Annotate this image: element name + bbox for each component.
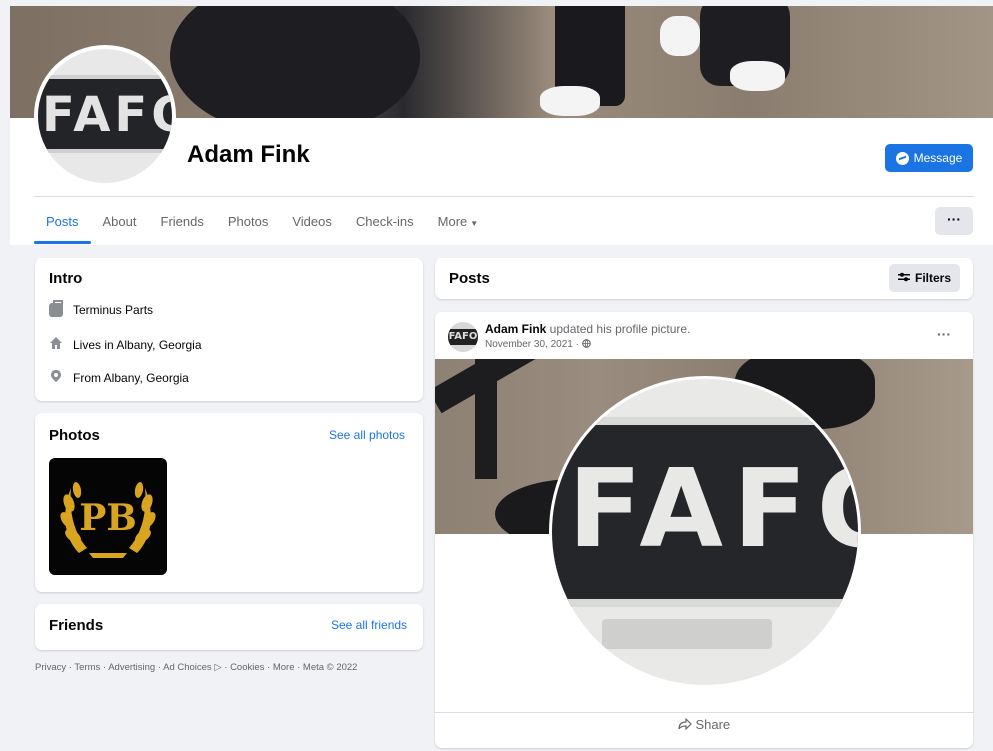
profile-more-button[interactable]: ··· — [935, 207, 973, 235]
tab-videos[interactable]: Videos — [280, 200, 344, 244]
friends-title: Friends — [49, 617, 104, 634]
share-button[interactable]: Share — [435, 717, 973, 732]
message-button-label: Message — [913, 151, 963, 165]
header-divider — [34, 196, 974, 197]
cover-paw — [540, 86, 600, 116]
photo-thumbnail[interactable]: PB — [49, 458, 167, 575]
intro-from: From Albany, Georgia — [49, 369, 189, 386]
globe-icon — [581, 339, 591, 350]
post-timestamp[interactable]: November 30, 2021 · — [485, 339, 582, 350]
post-date: November 30, 2021 · — [485, 339, 591, 350]
footer-links[interactable]: Privacy · Terms · Advertising · Ad Choic… — [35, 662, 357, 673]
intro-card: Intro Terminus Parts Lives in Albany, Ge… — [35, 258, 423, 401]
cover-paw-upper — [660, 16, 700, 56]
post-author-avatar[interactable]: FAFO — [448, 322, 478, 352]
cover-dog-shape — [170, 6, 420, 118]
briefcase-icon — [49, 300, 63, 317]
post-card: FAFO Adam Fink updated his profile pictu… — [435, 312, 973, 748]
location-pin-icon — [49, 369, 63, 386]
laurel-wreath-icon: PB — [60, 482, 156, 558]
messenger-icon — [895, 151, 909, 165]
see-all-friends-link[interactable]: See all friends — [331, 618, 407, 632]
filter-sliders-icon — [897, 271, 910, 285]
from-place-link[interactable]: Albany, Georgia — [104, 371, 189, 385]
svg-text:PB: PB — [79, 497, 137, 539]
post-options-button[interactable]: ··· — [937, 326, 951, 342]
post-profile-picture[interactable]: FAFO — [549, 376, 861, 688]
post-patch-text: FAFO — [568, 447, 858, 572]
tab-check-ins[interactable]: Check-ins — [344, 200, 426, 244]
photos-card: Photos See all photos PB — [35, 413, 423, 592]
posts-header-card: Posts Filters — [435, 258, 973, 299]
friends-card: Friends See all friends — [35, 604, 423, 650]
photos-title: Photos — [49, 427, 100, 444]
intro-title: Intro — [49, 270, 83, 287]
post-action-divider — [435, 712, 973, 713]
tab-more[interactable]: More ▼ — [426, 200, 491, 244]
post-header-line: Adam Fink updated his profile picture. — [485, 322, 691, 336]
tab-about[interactable]: About — [91, 200, 149, 244]
tab-friends[interactable]: Friends — [149, 200, 216, 244]
filters-label: Filters — [914, 271, 951, 285]
lives-place-link[interactable]: Albany, Georgia — [116, 338, 201, 352]
message-button[interactable]: Message — [885, 144, 973, 172]
share-arrow-icon — [678, 717, 696, 732]
profile-name: Adam Fink — [187, 141, 310, 168]
avatar-patch-text: FAFO — [42, 87, 172, 143]
see-all-photos-link[interactable]: See all photos — [329, 428, 405, 442]
post-patch: FAFO — [552, 417, 858, 607]
intro-lives: Lives in Albany, Georgia — [49, 336, 202, 353]
intro-work: Terminus Parts — [49, 300, 153, 317]
profile-avatar[interactable]: FAFO — [34, 45, 176, 187]
tab-posts[interactable]: Posts — [34, 200, 91, 244]
posts-title: Posts — [449, 270, 490, 287]
avatar-patch: FAFO — [38, 75, 172, 153]
home-icon — [49, 336, 63, 353]
profile-tabs: Posts About Friends Photos Videos Check-… — [34, 200, 490, 244]
filters-button[interactable]: Filters — [889, 264, 960, 292]
tab-photos[interactable]: Photos — [216, 200, 280, 244]
post-author-name[interactable]: Adam Fink — [485, 322, 546, 336]
caret-down-icon: ▼ — [470, 219, 479, 228]
cover-paw-right — [730, 61, 785, 91]
